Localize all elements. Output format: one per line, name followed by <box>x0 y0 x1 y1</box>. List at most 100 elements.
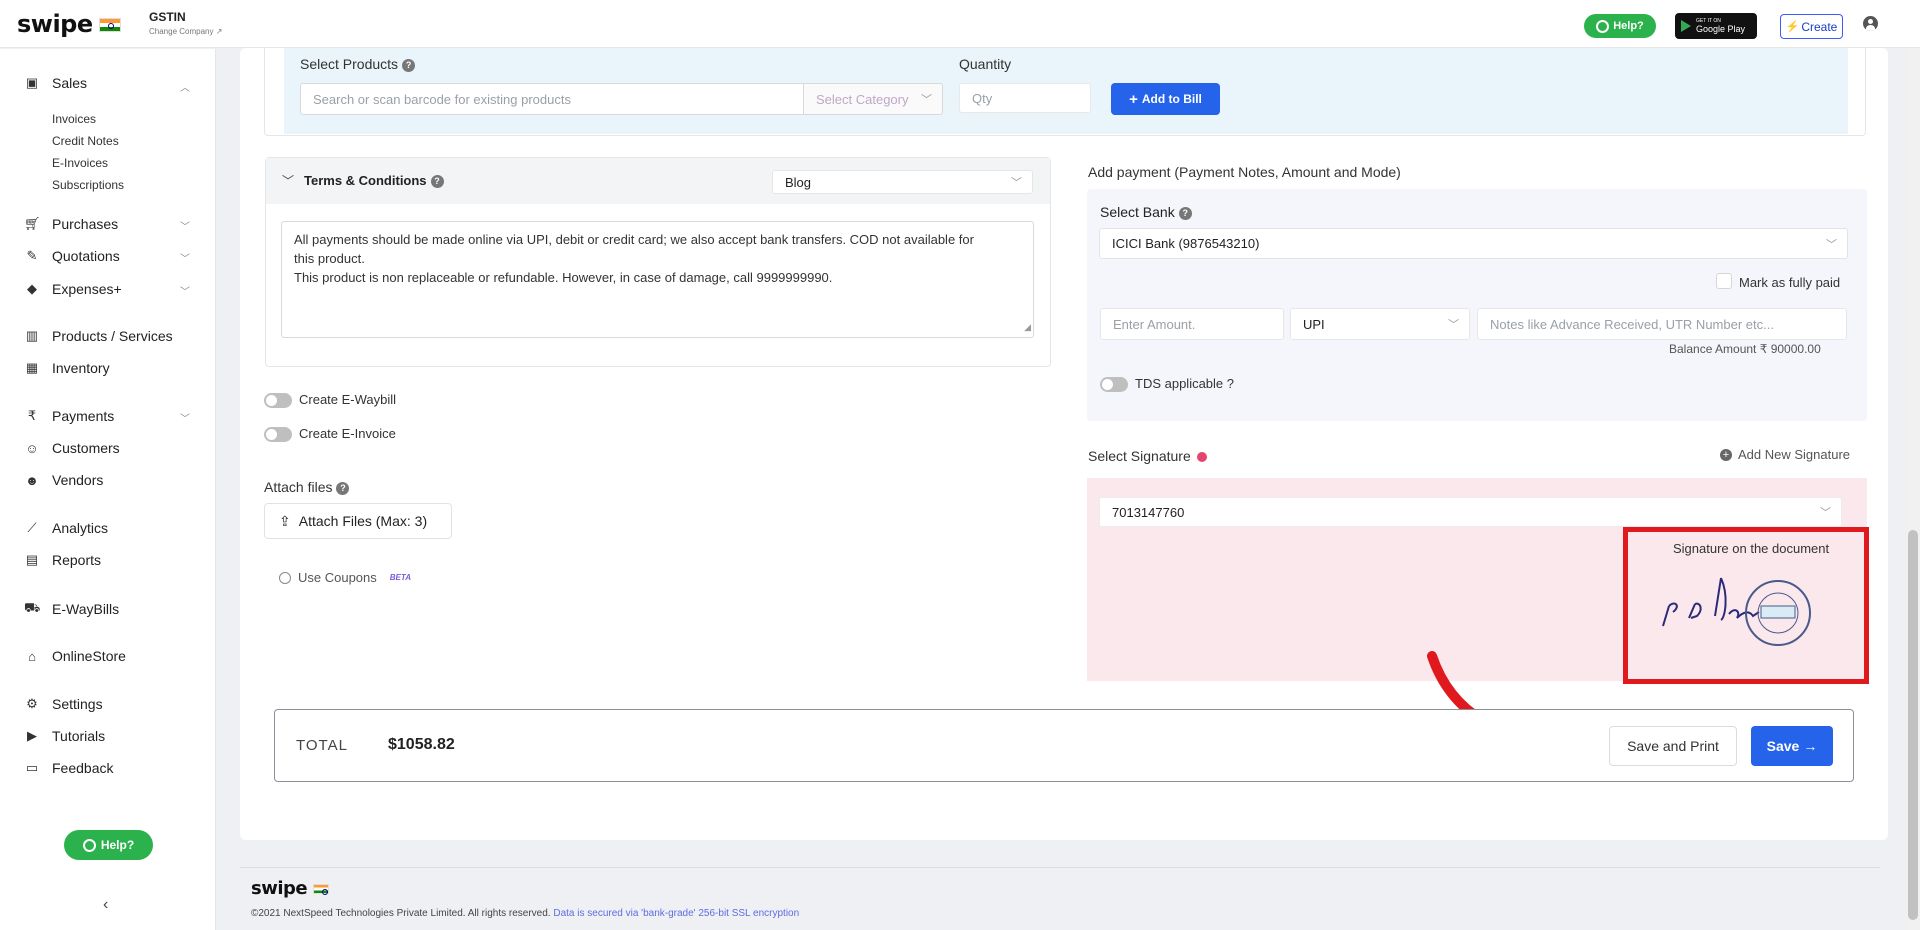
footer-divider <box>240 867 1880 868</box>
google-play-badge[interactable]: GET IT ON Google Play <box>1675 13 1757 39</box>
e-waybill-label: Create E-Waybill <box>299 392 397 407</box>
sidebar-item-sales[interactable]: ▣ Sales <box>24 75 87 91</box>
tds-toggle[interactable] <box>1100 377 1128 392</box>
quantity-input[interactable]: Qty <box>959 83 1091 113</box>
whatsapp-icon <box>1596 19 1610 33</box>
select-bank-label: Select Bank? <box>1100 204 1192 220</box>
save-label: Save <box>1766 738 1800 754</box>
chevron-down-icon[interactable]: ﹀ <box>180 250 190 265</box>
chevron-down-icon: ﹀ <box>1826 238 1837 251</box>
sidebar-item-label: Customers <box>52 440 120 456</box>
swipe-logo[interactable]: swipe <box>17 10 121 38</box>
sidebar-item-label: Settings <box>52 696 103 712</box>
change-company-link[interactable]: Change Company ↗ <box>149 27 222 36</box>
plus-icon: + <box>1129 90 1138 108</box>
gstin-label: GSTIN <box>149 10 186 24</box>
sidebar-item-vendors[interactable]: ☻ Vendors <box>24 472 103 488</box>
sidebar-item-purchases[interactable]: 🛒︎ Purchases <box>24 216 118 232</box>
sidebar-item-label: Reports <box>52 552 102 568</box>
sidebar-sub-invoices[interactable]: Invoices <box>52 112 96 126</box>
sidebar-item-label: E-WayBills <box>52 601 120 617</box>
chevron-down-icon: ﹀ <box>1448 319 1459 331</box>
sidebar-item-label: Quotations <box>52 248 120 264</box>
help-question-icon[interactable]: ? <box>430 175 444 189</box>
add-to-bill-button[interactable]: + Add to Bill <box>1111 83 1220 115</box>
e-invoice-toggle[interactable] <box>264 427 292 442</box>
help-question-icon[interactable]: ? <box>1178 206 1192 220</box>
help-button[interactable]: Help? <box>1584 14 1656 38</box>
gplay-big-text: Google Play <box>1696 24 1746 34</box>
sidebar-item-reports[interactable]: ▤ Reports <box>24 552 101 568</box>
qty-placeholder: Qty <box>972 90 993 106</box>
chevron-down-icon[interactable]: ﹀ <box>180 283 190 298</box>
coupon-icon <box>279 571 291 584</box>
select-bank-title: Select Bank <box>1100 204 1175 220</box>
sidebar-item-customers[interactable]: ☺ Customers <box>24 440 120 456</box>
chevron-down-icon[interactable]: ﹀ <box>180 218 190 233</box>
signature-value: 7013147760 <box>1112 504 1185 520</box>
sidebar-sub-subscriptions[interactable]: Subscriptions <box>52 178 124 192</box>
sidebar-item-expenses[interactable]: ◆ Expenses+ <box>24 281 122 297</box>
scrollbar-thumb[interactable] <box>1908 530 1918 920</box>
terms-title: Terms & Conditions? <box>304 173 444 189</box>
sidebar-item-label: Products / Services <box>52 328 173 344</box>
bank-select[interactable]: ICICI Bank (9876543210) ﹀ <box>1099 228 1848 259</box>
play-store-icon <box>1681 20 1691 32</box>
sidebar-item-inventory[interactable]: ▦ Inventory <box>24 360 110 376</box>
e-waybill-toggle[interactable] <box>264 393 292 408</box>
sidebar-item-tutorials[interactable]: ▶ Tutorials <box>24 728 105 744</box>
use-coupons-link[interactable]: Use Coupons BETA <box>279 570 411 585</box>
chevron-down-icon[interactable]: ﹀ <box>180 410 190 425</box>
collapse-chevron-icon[interactable]: ﹀ <box>282 172 294 189</box>
sidebar: ▣ Sales ︿ Invoices Credit Notes E-Invoice… <box>0 49 216 930</box>
select-products-label: Select Products? <box>300 56 416 72</box>
top-bar: swipe GSTIN Change Company ↗ Help? GET I… <box>0 0 1920 48</box>
sidebar-item-e-waybills[interactable]: ⛟ E-WayBills <box>24 600 119 618</box>
signature-select[interactable]: 7013147760 ﹀ <box>1099 497 1842 527</box>
add-payment-title: Add payment (Payment Notes, Amount and M… <box>1088 164 1401 180</box>
help-question-icon[interactable]: ? <box>336 481 350 495</box>
sidebar-item-analytics[interactable]: ⟋ Analytics <box>24 520 108 536</box>
category-select[interactable]: Select Category ﹀ <box>803 83 943 115</box>
barcode-icon: ▥ <box>25 328 39 343</box>
sidebar-item-settings[interactable]: ⚙ Settings <box>24 696 103 712</box>
sidebar-sub-e-invoices[interactable]: E-Invoices <box>52 156 108 170</box>
attach-files-title: Attach files <box>264 479 333 495</box>
mark-paid-checkbox[interactable] <box>1716 273 1732 289</box>
product-search-input[interactable]: Search or scan barcode for existing prod… <box>300 83 804 115</box>
save-button[interactable]: Save → <box>1751 726 1833 766</box>
payment-amount-input[interactable]: Enter Amount. <box>1100 308 1284 340</box>
sidebar-item-onlinestore[interactable]: ⌂ OnlineStore <box>24 648 126 664</box>
user-avatar-icon[interactable] <box>1863 16 1878 31</box>
payment-notes-input[interactable]: Notes like Advance Received, UTR Number … <box>1477 308 1847 340</box>
chevron-up-icon[interactable]: ︿ <box>180 79 190 94</box>
terms-textarea[interactable]: All payments should be made online via U… <box>281 221 1034 338</box>
save-and-print-button[interactable]: Save and Print <box>1609 726 1737 766</box>
resize-handle-icon[interactable]: ◢ <box>1024 318 1031 337</box>
amount-placeholder: Enter Amount. <box>1113 316 1196 332</box>
help-question-icon[interactable]: ? <box>402 58 416 72</box>
terms-template-select[interactable]: Blog ﹀ <box>772 170 1033 194</box>
sidebar-sub-credit-notes[interactable]: Credit Notes <box>52 134 119 148</box>
chevron-down-icon: ﹀ <box>1011 177 1022 189</box>
collapse-sidebar-icon[interactable]: ‹ <box>103 896 108 914</box>
terms-line-3: This product is non replaceable or refun… <box>294 270 833 285</box>
e-invoice-label: Create E-Invoice <box>299 426 396 441</box>
sidebar-item-label: Feedback <box>52 760 114 776</box>
tds-label: TDS applicable ? <box>1135 376 1234 391</box>
rupee-icon: ₹ <box>27 408 37 423</box>
terms-line-1: All payments should be made online via U… <box>294 232 974 247</box>
payment-mode-select[interactable]: UPI ﹀ <box>1290 308 1470 340</box>
create-button[interactable]: ⚡ Create <box>1780 14 1843 39</box>
attach-files-button[interactable]: ⇪ Attach Files (Max: 3) <box>264 503 452 539</box>
signature-image <box>1662 577 1811 646</box>
sidebar-help-button[interactable]: Help? <box>64 830 153 860</box>
logo-text: swipe <box>17 10 93 38</box>
add-new-signature-button[interactable]: + Add New Signature <box>1720 447 1850 462</box>
sidebar-item-feedback[interactable]: ▭ Feedback <box>24 760 114 776</box>
sidebar-item-quotations[interactable]: ✎ Quotations <box>24 248 120 264</box>
sidebar-item-payments[interactable]: ₹ Payments <box>24 408 114 424</box>
total-amount: $1058.82 <box>388 736 455 753</box>
sidebar-item-products-services[interactable]: ▥ Products / Services <box>24 328 173 344</box>
security-link[interactable]: Data is secured via 'bank-grade' 256-bit… <box>553 908 799 919</box>
